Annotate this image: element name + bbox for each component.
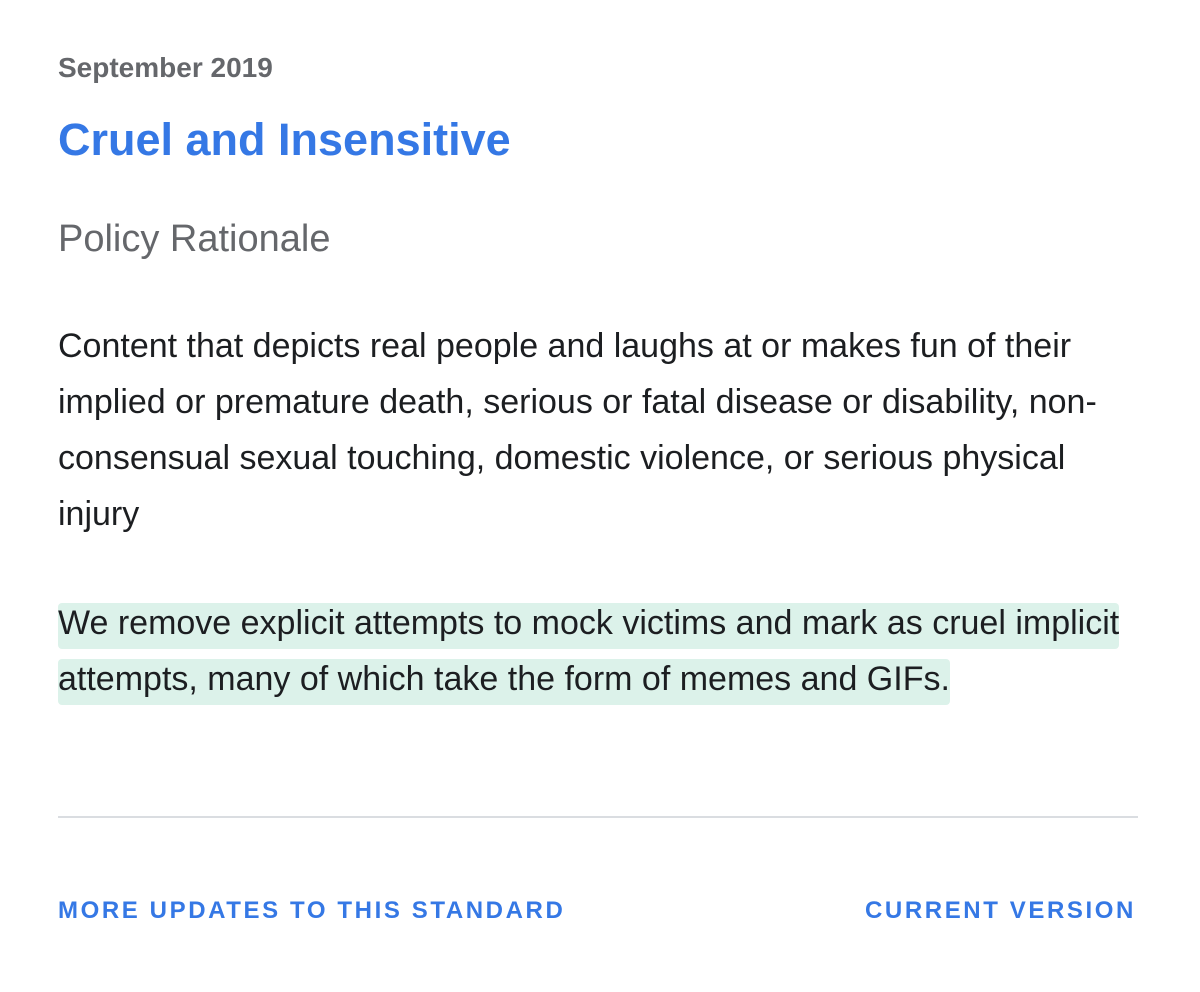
current-version-link[interactable]: CURRENT VERSION: [865, 897, 1136, 925]
policy-rationale-text: Content that depicts real people and lau…: [58, 327, 1097, 533]
more-updates-link[interactable]: MORE UPDATES TO THIS STANDARD: [58, 897, 565, 925]
policy-title: Cruel and Insensitive: [58, 114, 511, 165]
divider: [58, 816, 1138, 818]
update-date: September 2019: [58, 52, 273, 83]
added-text-highlight: We remove explicit attempts to mock vict…: [58, 603, 1120, 705]
policy-update-panel: September 2019 Cruel and Insensitive Pol…: [58, 0, 1138, 992]
section-heading: Policy Rationale: [58, 218, 331, 260]
highlighted-paragraph: We remove explicit attempts to mock vict…: [58, 595, 1133, 707]
